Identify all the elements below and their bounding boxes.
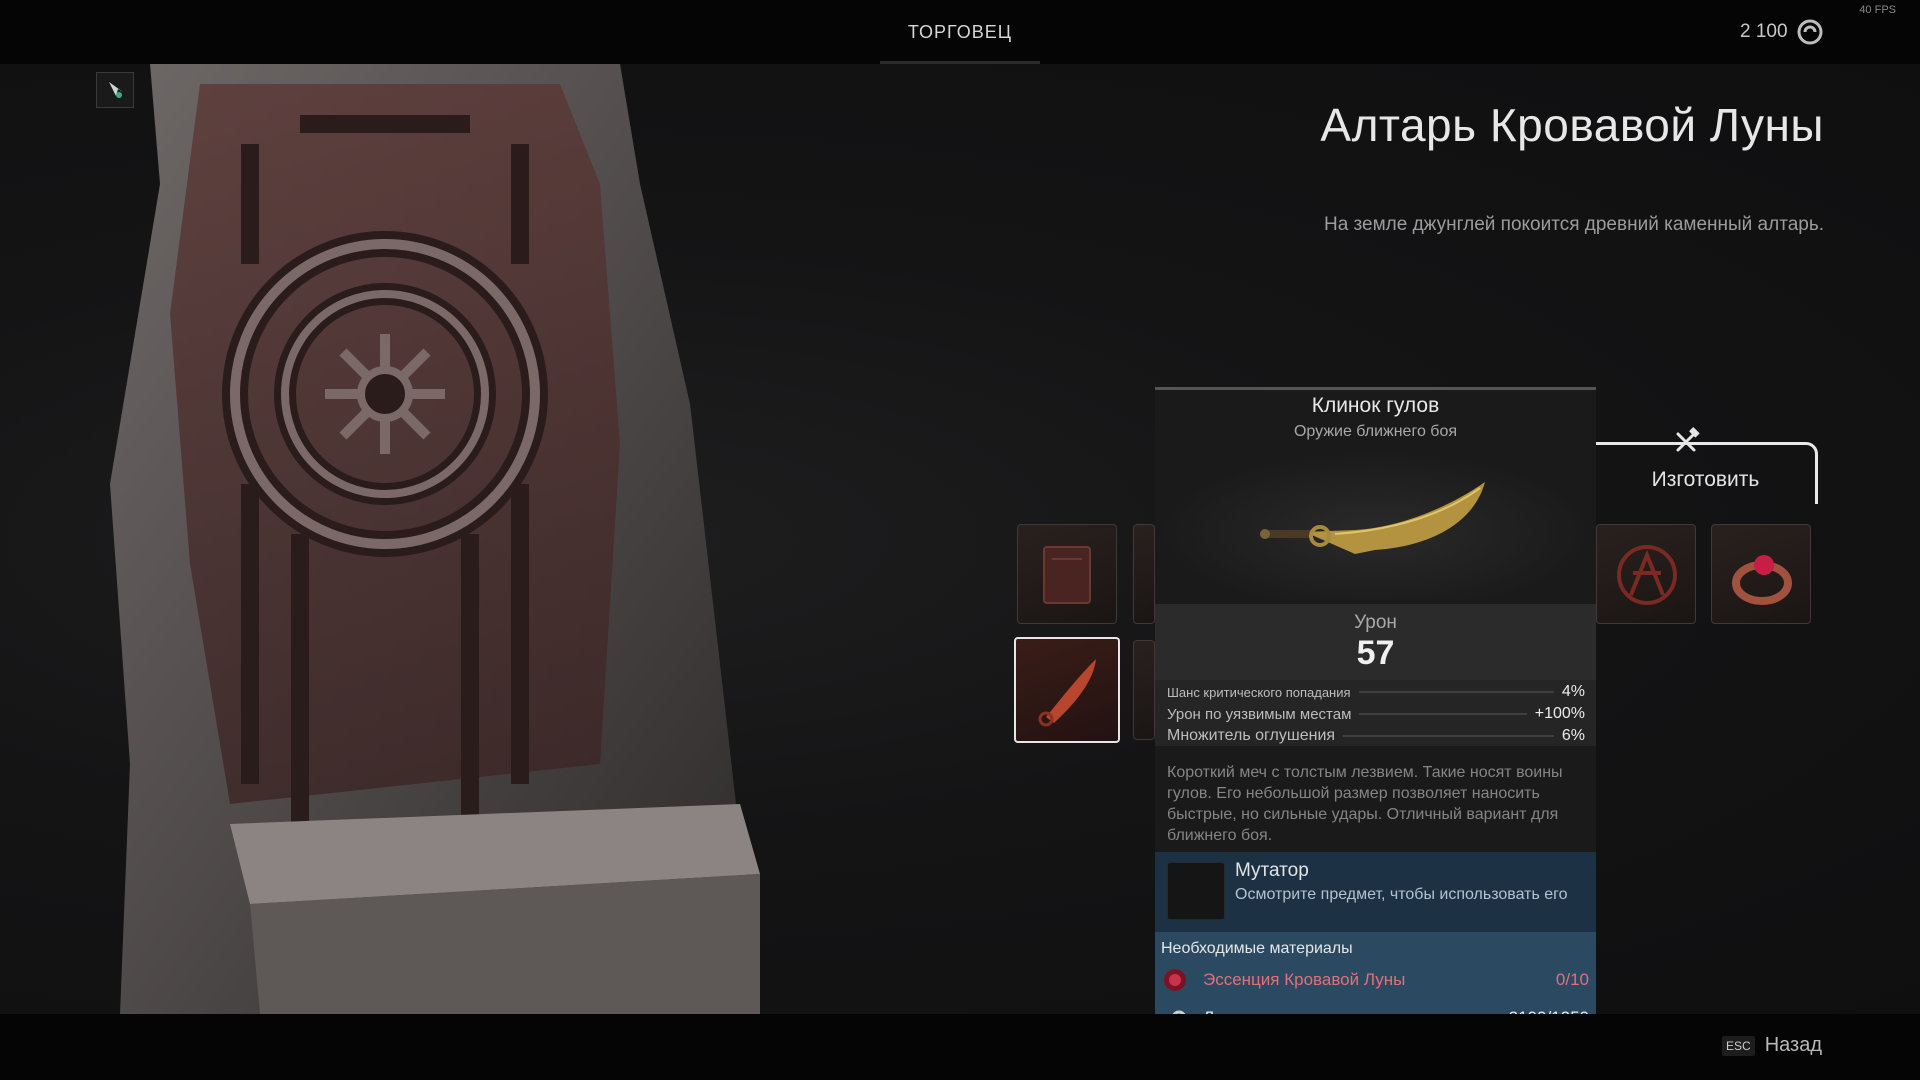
stat-row: Множитель оглушения 6%	[1167, 726, 1585, 746]
stat-row: Урон по уязвимым местам +100%	[1167, 704, 1585, 724]
craft-tab[interactable]: Изготовить	[1596, 442, 1818, 504]
item-slot-partial-2[interactable]	[1133, 640, 1155, 740]
rune-icon	[1617, 545, 1677, 605]
damage-label: Урон	[1354, 612, 1397, 633]
stat-value: 6%	[1561, 727, 1585, 744]
fps-counter: 40 FPS	[1859, 4, 1896, 16]
map-icon[interactable]	[96, 72, 134, 108]
stat-value: 4%	[1561, 683, 1585, 700]
hammer-wrench-icon	[1676, 427, 1700, 452]
blood-moon-essence-icon	[1161, 966, 1189, 994]
vendor-subtitle: На земле джунглей покоится древний камен…	[1323, 214, 1824, 235]
back-label: Назад	[1764, 1034, 1822, 1056]
damage-value: 57	[1356, 634, 1395, 672]
item-slot-ring[interactable]	[1711, 524, 1811, 624]
vendor-title: Алтарь Кровавой Луны	[1320, 99, 1824, 151]
tab-vendor[interactable]: ТОРГОВЕЦ	[880, 0, 1040, 64]
materials-header: Необходимые материалы	[1161, 940, 1353, 957]
ring-icon	[1732, 555, 1792, 605]
mutator-slot[interactable]	[1167, 862, 1225, 920]
ghoul-blade-image	[1260, 482, 1485, 554]
item-slot-partial[interactable]	[1133, 524, 1155, 624]
craft-label: Изготовить	[1651, 467, 1760, 491]
mutator-block: Мутатор Осмотрите предмет, чтобы использ…	[1155, 852, 1596, 932]
book-icon	[1043, 546, 1091, 604]
altar-stone-image	[110, 64, 760, 1014]
mutator-description: Осмотрите предмет, чтобы использовать ег…	[1235, 886, 1568, 903]
item-description: Короткий меч с толстым лезвием. Такие но…	[1167, 764, 1563, 844]
stat-divider	[1343, 735, 1554, 737]
currency-display: 2 100	[1740, 18, 1824, 46]
stat-name: Шанс критического попадания	[1167, 684, 1351, 700]
item-name: Клинок гулов	[1311, 394, 1440, 417]
bottom-bar	[0, 1014, 1920, 1080]
currency-amount: 2 100	[1740, 21, 1788, 42]
stat-name: Урон по уязвимым местам	[1167, 705, 1352, 723]
stat-row: Шанс критического попадания 4%	[1167, 682, 1585, 702]
scrap-currency-icon	[1797, 19, 1823, 45]
mutator-title: Мутатор	[1235, 860, 1309, 881]
stat-name: Множитель оглушения	[1167, 727, 1336, 744]
item-slot-book[interactable]	[1017, 524, 1117, 624]
back-button[interactable]: ESC Назад	[1722, 1034, 1822, 1057]
stat-divider	[1359, 713, 1527, 715]
esc-key-icon: ESC	[1722, 1035, 1755, 1056]
item-tooltip: Клинок гулов Оружие ближнего боя Урон 57…	[1155, 387, 1596, 1048]
material-name: Эссенция Кровавой Луны	[1203, 970, 1406, 989]
blade-icon	[1038, 659, 1096, 727]
item-slot-ghoul-blade[interactable]	[1014, 637, 1120, 743]
item-slot-rune[interactable]	[1596, 524, 1696, 624]
item-art	[1155, 450, 1596, 600]
item-type: Оружие ближнего боя	[1293, 423, 1458, 440]
material-qty: 0/10	[1555, 970, 1589, 989]
stat-divider	[1358, 691, 1554, 693]
map-marker-icon	[109, 82, 123, 98]
damage-block: Урон 57	[1155, 604, 1596, 680]
stat-value: +100%	[1534, 705, 1585, 722]
tab-active-indicator	[880, 61, 1040, 64]
material-row: Эссенция Кровавой Луны 0/10	[1161, 966, 1589, 994]
stats-block: Шанс критического попадания 4% Урон по у…	[1155, 680, 1596, 746]
